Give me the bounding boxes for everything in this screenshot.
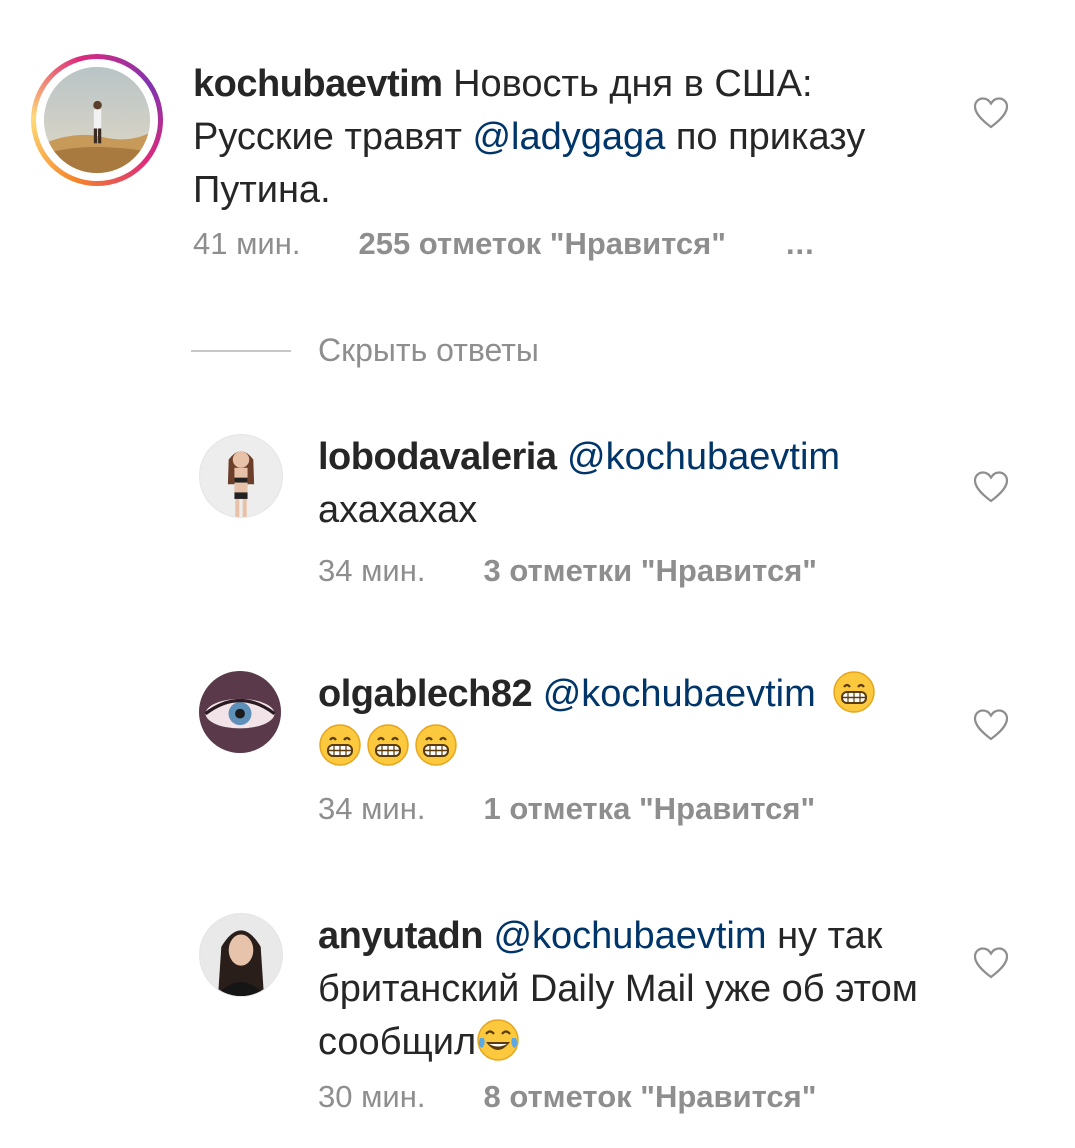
grinning-face-emoji-icon [366,723,410,767]
heart-icon[interactable] [973,946,1009,980]
grinning-face-emoji-icon [414,723,458,767]
reply-2-text: olgablech82 @kochubaevtim [318,668,938,774]
heart-icon[interactable] [973,470,1009,504]
reply-3-meta: 30 мин. 8 отметок "Нравится" [318,1079,816,1115]
avatar-anyutadn[interactable] [199,913,283,997]
face-with-tears-of-joy-emoji-icon [476,1018,520,1062]
reply-3-mention[interactable]: @kochubaevtim [493,915,766,957]
reply-1-meta: 34 мин. 3 отметки "Нравится" [318,553,817,589]
avatar-eye-photo [199,671,281,753]
grinning-face-emoji-icon [832,670,876,714]
reply-1-mention[interactable]: @kochubaevtim [567,436,840,478]
reply-2-mention[interactable]: @kochubaevtim [543,673,816,715]
heart-outline-icon [973,709,1009,741]
avatar-olgablech82[interactable] [199,671,281,753]
avatar-portrait-photo [200,435,282,517]
reply-3-username[interactable]: anyutadn [318,915,483,957]
reply-2-meta: 34 мин. 1 отметка "Нравится" [318,791,815,827]
reply-3-text: anyutadn @kochubaevtim ну так британский… [318,910,943,1069]
reply-1-body: ахахахах [318,489,478,531]
main-comment-username[interactable]: kochubaevtim [193,63,443,105]
replies-divider [191,350,291,352]
heart-outline-icon [973,97,1009,129]
reply-3-time: 30 мин. [318,1079,426,1114]
main-comment-meta: 41 мин. 255 отметок "Нравится"... [193,226,815,262]
heart-icon[interactable] [973,96,1009,130]
heart-icon[interactable] [973,708,1009,742]
reply-1-likes[interactable]: 3 отметки "Нравится" [483,553,817,588]
avatar-woman-photo [200,914,282,996]
main-comment-time: 41 мин. [193,226,301,261]
heart-outline-icon [973,947,1009,979]
reply-3-likes[interactable]: 8 отметок "Нравится" [483,1079,816,1114]
grinning-face-emoji-icon [318,723,362,767]
reply-1-text: lobodavaleria @kochubaevtim ахахахах [318,431,938,537]
main-comment-mention[interactable]: @ladygaga [472,116,665,158]
reply-1-username[interactable]: lobodavaleria [318,436,557,478]
main-comment-likes[interactable]: 255 отметок "Нравится" [358,226,725,261]
avatar-lobodavaleria[interactable] [199,434,283,518]
main-comment-text: kochubaevtim Новость дня в США: Русские … [193,58,913,217]
reply-1-time: 34 мин. [318,553,426,588]
avatar-kochubaevtim[interactable] [44,67,150,173]
main-comment-more-button[interactable]: ... [786,226,815,261]
avatar-desert-photo [44,67,150,173]
heart-outline-icon [973,471,1009,503]
reply-2-username[interactable]: olgablech82 [318,673,533,715]
reply-2-likes[interactable]: 1 отметка "Нравится" [483,791,815,826]
reply-2-time: 34 мин. [318,791,426,826]
hide-replies-button[interactable]: Скрыть ответы [318,332,539,369]
